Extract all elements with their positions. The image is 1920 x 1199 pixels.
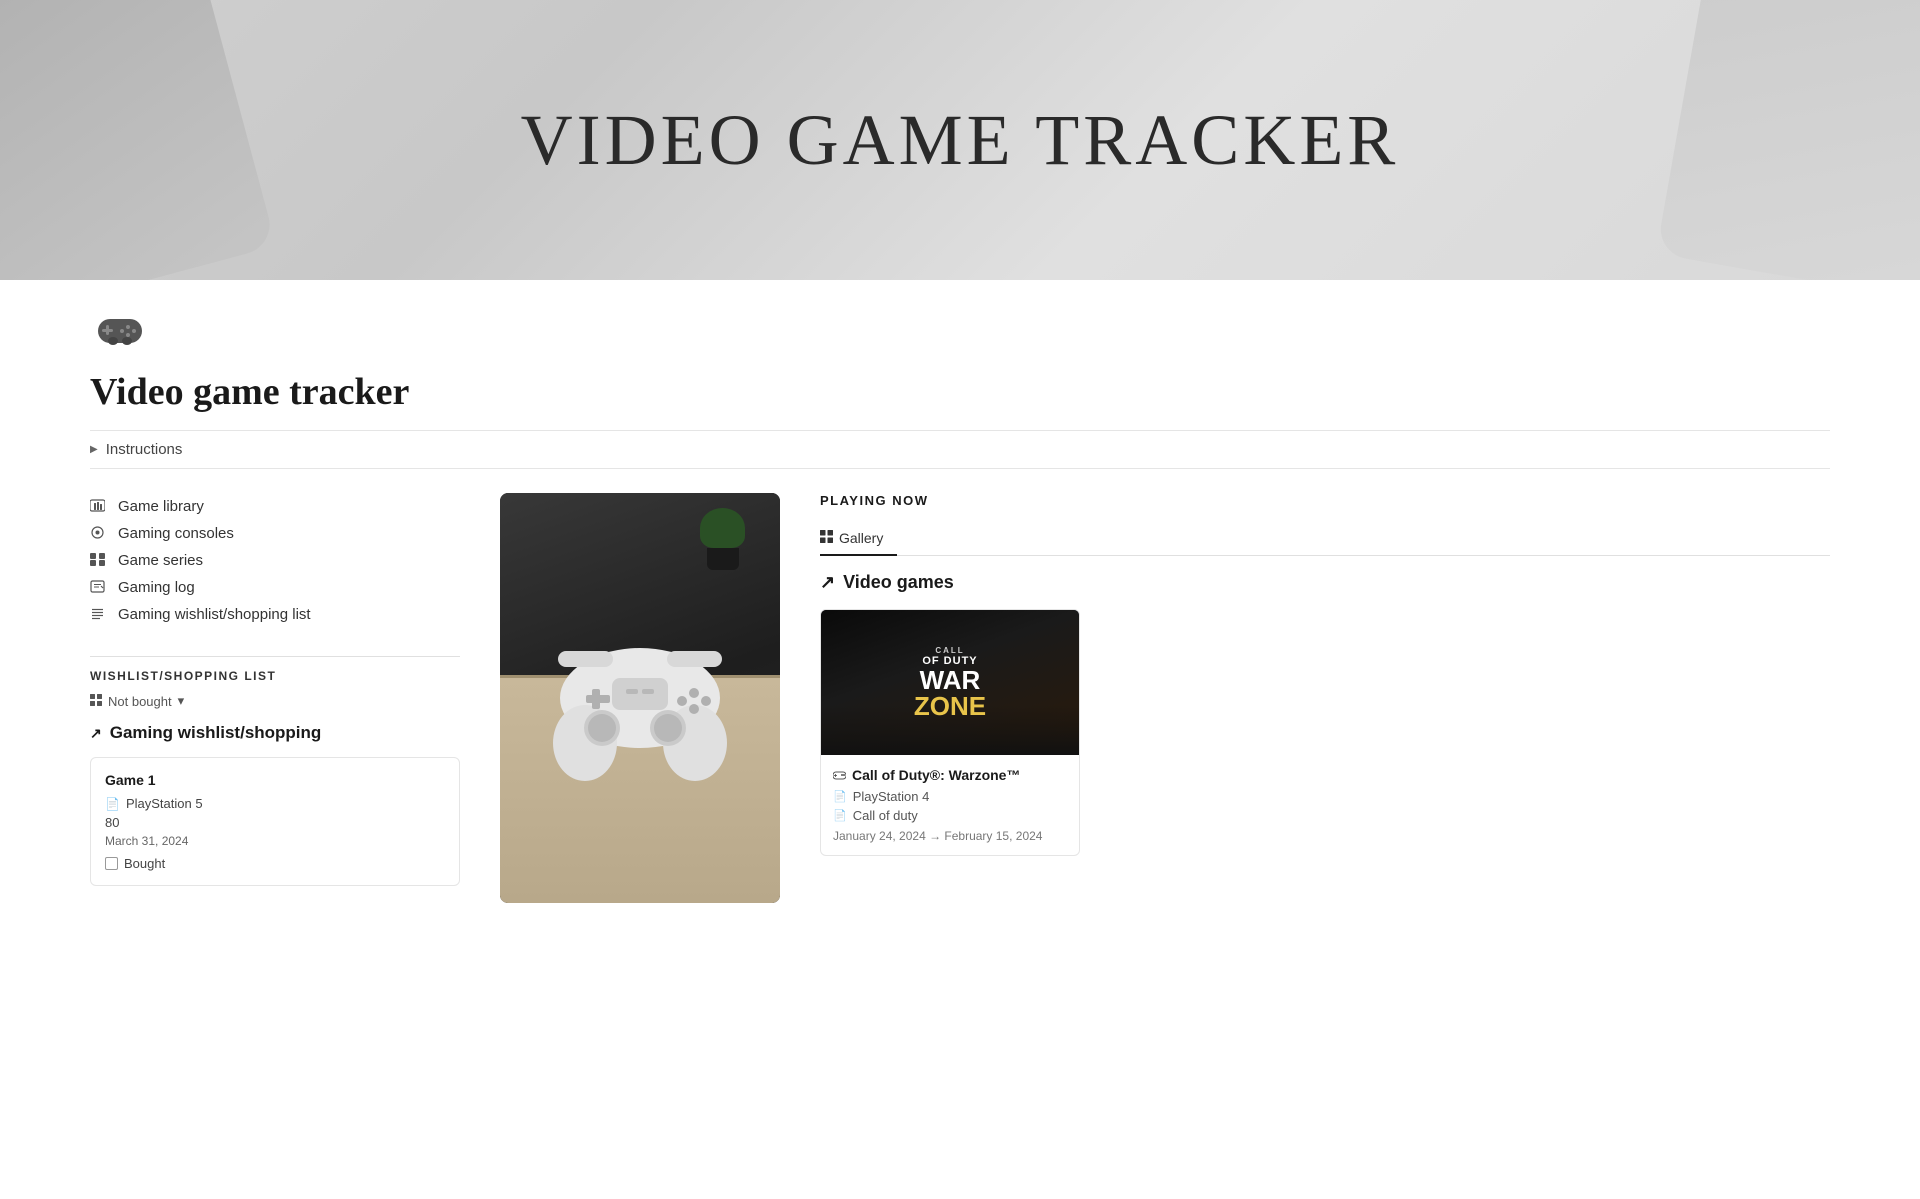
two-col-layout: Game library Gaming consoles Game series — [90, 493, 1830, 903]
gallery-tab-icon — [820, 530, 833, 546]
cod-title-text: CALL OF DUTY WAR ZONE — [914, 646, 986, 719]
game-card-console: PlayStation 5 — [126, 796, 203, 811]
wishlist-link-label: Gaming wishlist/shopping — [110, 723, 322, 743]
game-card-bought-row[interactable]: Bought — [105, 856, 445, 871]
game-card-title: Game 1 — [105, 772, 445, 788]
sidebar-item-game-series[interactable]: Game series — [90, 547, 460, 574]
view-tabs: Gallery — [820, 522, 1830, 556]
nav-item-label: Gaming consoles — [118, 525, 234, 542]
page-icon-area — [0, 280, 1920, 360]
center-image-col — [500, 493, 780, 903]
bought-label: Bought — [124, 856, 165, 871]
hero-banner: VIDEO GAME TRACKER — [0, 0, 1920, 280]
main-content: Video game tracker ▶ Instructions Game l… — [0, 360, 1920, 943]
nav-links: Game library Gaming consoles Game series — [90, 493, 460, 628]
card-console-row: 📄 PlayStation 4 — [833, 789, 1067, 804]
page-title: Video game tracker — [90, 370, 1830, 414]
gaming-consoles-icon — [90, 526, 108, 542]
filter-row[interactable]: Not bought ▾ — [90, 693, 460, 709]
playing-now-title: PLAYING NOW — [820, 493, 1830, 508]
game-library-icon — [90, 499, 108, 515]
card-game-title: Call of Duty®: Warzone™ — [852, 767, 1020, 783]
sidebar-item-gaming-log[interactable]: Gaming log — [90, 574, 460, 601]
doc-icon: 📄 — [105, 797, 120, 811]
game-card-price: 80 — [105, 815, 445, 830]
tab-gallery[interactable]: Gallery — [820, 522, 897, 556]
game-series-icon — [90, 553, 108, 569]
wishlist-section: WISHLIST/SHOPPING LIST Not bought ▾ ↗ Ga… — [90, 669, 460, 886]
gallery-card-body: Call of Duty®: Warzone™ 📄 PlayStation 4 … — [821, 755, 1079, 855]
db-link-arrow: ↗ — [820, 572, 835, 593]
ps-controller-image — [500, 493, 780, 903]
card-console: PlayStation 4 — [853, 789, 930, 804]
instructions-toggle[interactable]: ▶ Instructions — [90, 430, 1830, 469]
sidebar-item-game-library[interactable]: Game library — [90, 493, 460, 520]
right-column: PLAYING NOW Gallery ↗ Video games — [820, 493, 1830, 856]
sidebar-item-gaming-consoles[interactable]: Gaming consoles — [90, 520, 460, 547]
nav-divider — [90, 656, 460, 657]
page-icon — [90, 300, 150, 360]
cod-zone: ZONE — [914, 693, 986, 719]
plant-leaves — [700, 508, 745, 548]
card-series-row: 📄 Call of duty — [833, 808, 1067, 823]
card-dates: January 24, 2024 → February 15, 2024 — [833, 829, 1067, 843]
plant-pot — [707, 548, 739, 570]
plant — [700, 508, 745, 570]
gallery-card-img: CALL OF DUTY WAR ZONE — [821, 610, 1079, 755]
filter-chevron-icon: ▾ — [178, 693, 185, 709]
card-doc-icon-1: 📄 — [833, 790, 847, 803]
game-card-console-row: 📄 PlayStation 5 — [105, 796, 445, 811]
db-link-label: Video games — [843, 572, 954, 593]
controller-shape — [530, 623, 750, 788]
sidebar-item-wishlist[interactable]: Gaming wishlist/shopping list — [90, 601, 460, 628]
wishlist-icon — [90, 607, 108, 623]
nav-item-label: Game library — [118, 498, 204, 515]
hero-title: VIDEO GAME TRACKER — [521, 99, 1400, 182]
nav-item-label: Game series — [118, 552, 203, 569]
card-game-icon — [833, 767, 846, 783]
gallery-tab-label: Gallery — [839, 530, 883, 546]
game-card: Game 1 📄 PlayStation 5 80 March 31, 2024… — [90, 757, 460, 886]
instructions-label: Instructions — [106, 441, 183, 458]
gaming-log-icon — [90, 580, 108, 596]
chevron-right-icon: ▶ — [90, 444, 98, 455]
bought-checkbox[interactable] — [105, 857, 118, 870]
gallery-grid: CALL OF DUTY WAR ZONE Call of Duty®: — [820, 609, 1830, 856]
gallery-card[interactable]: CALL OF DUTY WAR ZONE Call of Duty®: — [820, 609, 1080, 856]
wishlist-db-link[interactable]: ↗ Gaming wishlist/shopping — [90, 723, 460, 743]
card-series: Call of duty — [853, 808, 918, 823]
game-card-date: March 31, 2024 — [105, 834, 445, 848]
cod-war: WAR — [914, 667, 986, 693]
nav-item-label: Gaming log — [118, 579, 195, 596]
arrow-up-right-icon: ↗ — [90, 725, 102, 742]
left-column: Game library Gaming consoles Game series — [90, 493, 460, 886]
gallery-card-name: Call of Duty®: Warzone™ — [833, 767, 1067, 783]
card-doc-icon-2: 📄 — [833, 809, 847, 822]
filter-label: Not bought — [108, 694, 172, 709]
nav-item-label: Gaming wishlist/shopping list — [118, 606, 311, 623]
wishlist-section-title: WISHLIST/SHOPPING LIST — [90, 669, 460, 683]
db-link[interactable]: ↗ Video games — [820, 572, 1830, 593]
cod-call: CALL — [914, 646, 986, 655]
filter-grid-icon — [90, 694, 102, 709]
